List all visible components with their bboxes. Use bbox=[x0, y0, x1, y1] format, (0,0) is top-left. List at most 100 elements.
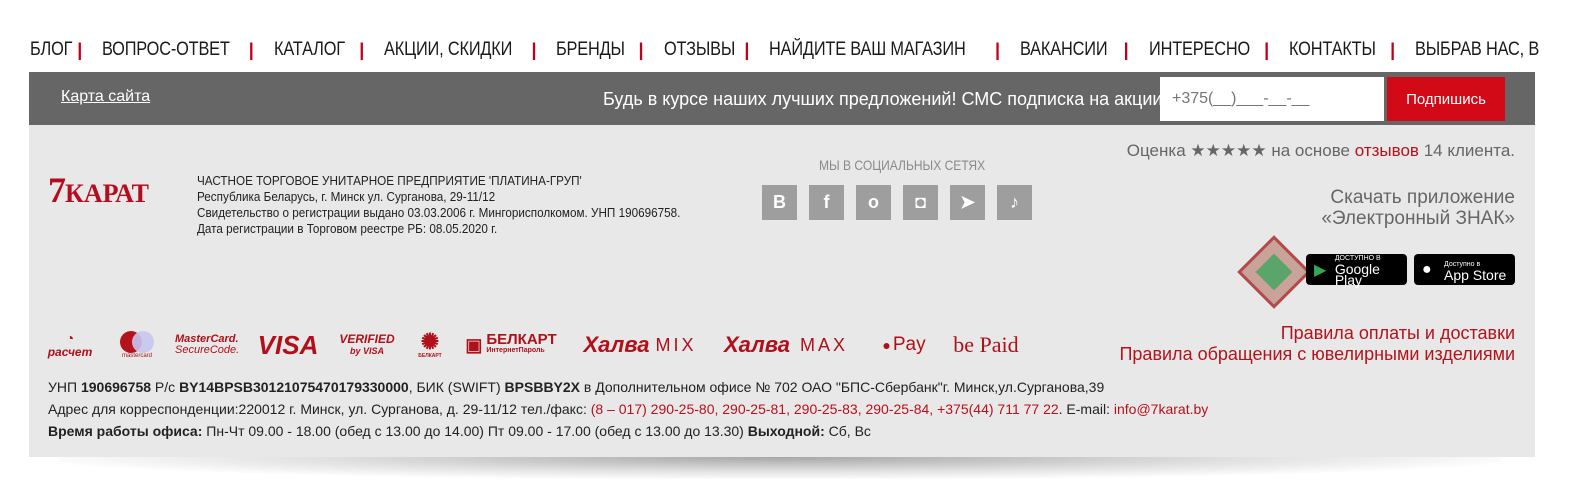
nav-separator: | bbox=[531, 39, 537, 60]
nav-separator: | bbox=[77, 39, 83, 60]
raschet-logo: ◔ расчет bbox=[47, 327, 93, 363]
app-title-line1: Скачать приложение bbox=[1330, 187, 1515, 208]
belkart-parol-line1: БЕЛКАРТ bbox=[486, 331, 557, 348]
nav-item-why-us[interactable]: ВЫБРАВ НАС, ВЫ bbox=[1415, 39, 1540, 61]
verified-line1: VERIFIED bbox=[339, 332, 395, 346]
app-store-label: App Store bbox=[1444, 266, 1507, 283]
rating: Оценка ★★★★★ на основе отзывов 14 клиент… bbox=[1127, 141, 1515, 161]
nav-item-reviews[interactable]: ОТЗЫВЫ bbox=[664, 39, 735, 61]
facebook-icon[interactable]: f bbox=[809, 185, 844, 220]
sms-promo-text: Будь в курсе наших лучших предложений! С… bbox=[603, 89, 1163, 109]
nav-item-interesting[interactable]: ИНТЕРЕСНО bbox=[1149, 39, 1250, 61]
jewelry-rules-link[interactable]: Правила обращения с ювелирными изделиями bbox=[1119, 344, 1515, 365]
nav-item-brands[interactable]: БРЕНДЫ bbox=[556, 39, 625, 61]
company-info: ЧАСТНОЕ ТОРГОВОЕ УНИТАРНОЕ ПРЕДПРИЯТИЕ '… bbox=[197, 173, 680, 237]
halva-max-brand: Халва bbox=[723, 332, 791, 357]
unp-value: 190696758 bbox=[80, 379, 152, 395]
day-off-value: Сб, Вс bbox=[824, 423, 871, 439]
bik-value: BPSBBY2X bbox=[504, 379, 581, 395]
rating-suffix: 14 клиента. bbox=[1423, 141, 1515, 160]
visa-logo: VISA bbox=[257, 329, 319, 360]
phone-links[interactable]: (8 – 017) 290-25-80, 290-25-81, 290-25-8… bbox=[591, 401, 1059, 417]
mc-securecode-line2: SecureCode. bbox=[175, 344, 240, 356]
nav-separator: | bbox=[1390, 39, 1396, 60]
account-value: BY14BPSB30121075470179330000 bbox=[179, 379, 409, 395]
requisites-hours: Время работы офиса: Пн-Чт 09.00 - 18.00 … bbox=[48, 420, 1208, 442]
telegram-icon[interactable]: ➤ bbox=[950, 185, 985, 220]
nav-item-find-store[interactable]: НАЙДИТЕ ВАШ МАГАЗИН bbox=[769, 39, 966, 61]
hours-label: Время работы офиса: bbox=[48, 423, 203, 439]
google-play-button[interactable]: ▶ ДОСТУПНО В Google Play bbox=[1306, 254, 1407, 287]
halva-mix-brand: Халва bbox=[583, 332, 650, 357]
sitemap-link[interactable]: Карта сайта bbox=[61, 88, 150, 106]
bepaid-logo: be Paid bbox=[953, 332, 1019, 357]
apple-pay-icon: ● bbox=[882, 337, 891, 353]
reviews-link[interactable]: отзывов bbox=[1355, 141, 1419, 160]
vk-icon[interactable]: В bbox=[762, 185, 797, 220]
unp-label: УНП bbox=[48, 379, 81, 395]
hours-value: Пн-Чт 09.00 - 18.00 (обед с 13.00 до 14.… bbox=[202, 423, 748, 439]
nav-separator: | bbox=[638, 39, 644, 60]
nav-separator: | bbox=[248, 39, 254, 60]
odnoklassniki-icon[interactable]: о bbox=[856, 185, 891, 220]
halva-max-logo: Халва MAX bbox=[721, 327, 851, 363]
subscribe-button[interactable]: Подпишись bbox=[1387, 77, 1505, 121]
company-name: ЧАСТНОЕ ТОРГОВОЕ УНИТАРНОЕ ПРЕДПРИЯТИЕ '… bbox=[197, 173, 582, 188]
mastercard-label: mastercard bbox=[121, 353, 152, 359]
nav-item-faq[interactable]: ВОПРОС-ОТВЕТ bbox=[102, 39, 230, 61]
bank-name: в Дополнительном офисе № 702 ОАО "БПС-Сб… bbox=[580, 379, 1105, 395]
google-play-icon: ▶ bbox=[1314, 261, 1327, 279]
rating-middle: на основе bbox=[1271, 141, 1351, 160]
payment-delivery-rules-link[interactable]: Правила оплаты и доставки bbox=[1119, 323, 1515, 344]
apple-pay-label: Pay bbox=[892, 334, 926, 355]
nav-item-catalog[interactable]: КАТАЛОГ bbox=[274, 39, 345, 61]
mc-securecode-logo: MasterCard. SecureCode. bbox=[175, 327, 239, 363]
nav-item-blog[interactable]: БЛОГ bbox=[30, 39, 73, 61]
nav-separator: | bbox=[744, 39, 750, 60]
nav-item-vacancies[interactable]: ВАКАНСИИ bbox=[1020, 39, 1108, 61]
company-trade-register: Дата регистрации в Торговом реестре РБ: … bbox=[197, 221, 498, 236]
requisites: УНП 190696758 Р/с BY14BPSB30121075470179… bbox=[48, 376, 1208, 442]
phone-input[interactable] bbox=[1160, 77, 1384, 121]
instagram-icon[interactable]: ◘ bbox=[903, 185, 938, 220]
company-registration: Свидетельство о регистрации выдано 03.03… bbox=[197, 205, 681, 220]
mastercard-logo: mastercard bbox=[117, 327, 157, 363]
address-text: Адрес для корреспонденции:220012 г. Минс… bbox=[48, 401, 591, 417]
nav-separator: | bbox=[1264, 39, 1270, 60]
bik-label: , БИК (SWIFT) bbox=[408, 379, 505, 395]
social-links: В f о ◘ ➤ ♪ bbox=[762, 185, 1032, 220]
nav-item-contacts[interactable]: КОНТАКТЫ bbox=[1289, 39, 1376, 61]
app-title-line2: «Электронный ЗНАК» bbox=[1321, 208, 1515, 229]
app-store-button[interactable]: ● Доступно в App Store bbox=[1414, 254, 1515, 285]
logo-karat: КАРАТ bbox=[65, 179, 150, 208]
mastercard-icon bbox=[120, 331, 154, 353]
halva-max-label: MAX bbox=[800, 334, 849, 355]
raschet-label: расчет bbox=[47, 345, 93, 359]
footer-panel: 7КАРАТ ЧАСТНОЕ ТОРГОВОЕ УНИТАРНОЕ ПРЕДПР… bbox=[29, 125, 1535, 457]
rating-prefix: Оценка bbox=[1126, 141, 1186, 160]
verified-by-visa-logo: VERIFIED by VISA bbox=[339, 327, 395, 363]
nav-separator: | bbox=[994, 39, 1000, 60]
apple-pay-logo: ● Pay bbox=[879, 327, 929, 363]
subscribe-bar: Карта сайта Будь в курсе наших лучших пр… bbox=[29, 72, 1535, 125]
email-link[interactable]: info@7karat.by bbox=[1114, 401, 1208, 417]
verified-line2: by VISA bbox=[349, 346, 384, 356]
raschet-icon: ◔ bbox=[65, 330, 75, 346]
payment-logos: ◔ расчет mastercard MasterCard. SecureCo… bbox=[47, 327, 1021, 363]
social-title: МЫ В СОЦИАЛЬНЫХ СЕТЯХ bbox=[819, 157, 986, 173]
belkart-parol-icon: ▣ bbox=[465, 334, 483, 355]
qr-code-icon[interactable] bbox=[1237, 235, 1311, 309]
apple-icon: ● bbox=[1422, 260, 1432, 278]
panel-shadow bbox=[60, 457, 1500, 479]
rules-links: Правила оплаты и доставки Правила обраще… bbox=[1119, 323, 1515, 365]
logo[interactable]: 7КАРАТ bbox=[48, 169, 149, 211]
requisites-address: Адрес для корреспонденции:220012 г. Минс… bbox=[48, 398, 1208, 420]
company-address: Республика Беларусь, г. Минск ул. Сурган… bbox=[197, 189, 496, 204]
nav-separator: | bbox=[1123, 39, 1129, 60]
logo-seven: 7 bbox=[48, 170, 66, 210]
email-label: . E-mail: bbox=[1058, 401, 1114, 417]
tiktok-icon[interactable]: ♪ bbox=[997, 185, 1032, 220]
nav-item-sales[interactable]: АКЦИИ, СКИДКИ bbox=[384, 39, 512, 61]
rating-stars: ★★★★★ bbox=[1190, 141, 1267, 160]
requisites-bank: УНП 190696758 Р/с BY14BPSB30121075470179… bbox=[48, 376, 1208, 398]
